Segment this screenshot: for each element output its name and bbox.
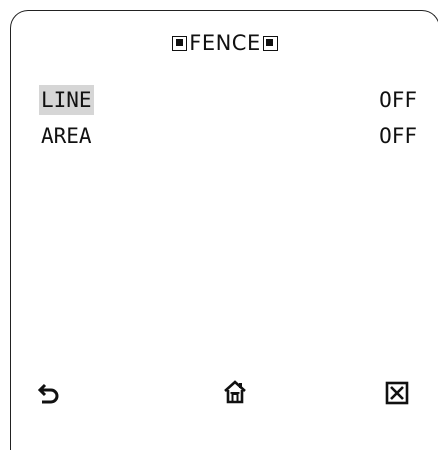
title-left-marker-icon (172, 35, 188, 51)
menu-item-line-value[interactable]: OFF (379, 88, 417, 112)
menu-title-text: FENCE (189, 31, 261, 55)
home-icon[interactable] (223, 380, 247, 404)
menu-title: FENCE (11, 31, 438, 55)
menu-footer (11, 376, 438, 410)
menu-item-area-label: AREA (41, 124, 92, 148)
title-right-marker-icon (262, 35, 278, 51)
close-box-icon[interactable] (385, 381, 409, 405)
menu-item-area-value[interactable]: OFF (379, 124, 417, 148)
menu-item-line-label: LINE (39, 85, 94, 115)
menu-item-line[interactable]: LINE OFF (39, 85, 417, 115)
osd-menu-screen: FENCE LINE OFF AREA OFF (10, 10, 438, 450)
menu-item-area[interactable]: AREA OFF (39, 121, 417, 151)
back-arrow-icon[interactable] (37, 381, 61, 405)
